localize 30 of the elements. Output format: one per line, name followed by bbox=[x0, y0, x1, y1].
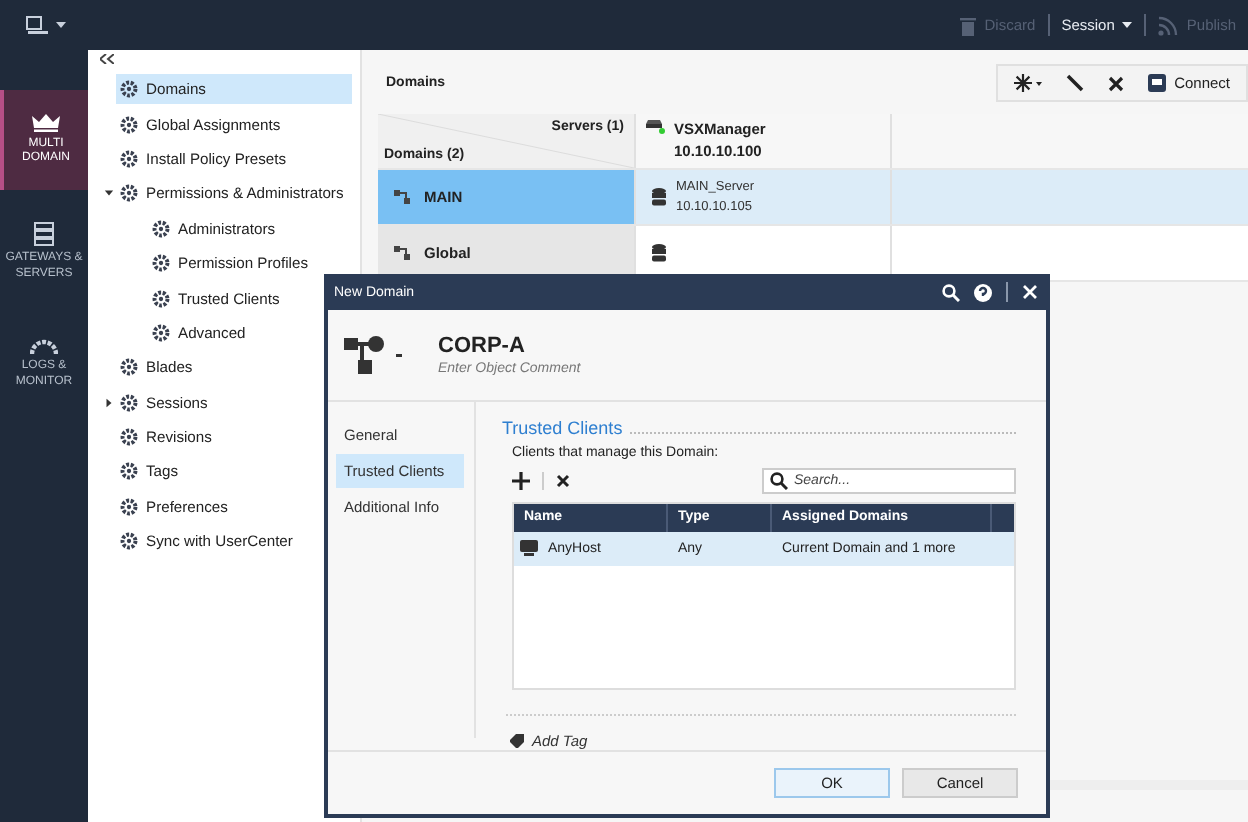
asterisk-icon bbox=[1014, 74, 1043, 92]
close-icon[interactable] bbox=[1022, 284, 1038, 300]
monitor-icon bbox=[520, 540, 538, 557]
server-status-icon bbox=[646, 120, 666, 134]
app-menu-button[interactable] bbox=[22, 11, 70, 39]
trash-icon bbox=[960, 15, 977, 35]
remove-icon[interactable] bbox=[556, 474, 570, 489]
database-icon bbox=[652, 188, 666, 206]
add-icon[interactable] bbox=[512, 472, 530, 491]
database-icon bbox=[652, 244, 666, 262]
collapse-arrow-icon[interactable] bbox=[104, 188, 114, 199]
tag-icon bbox=[510, 734, 524, 748]
object-icon-dropdown[interactable] bbox=[344, 335, 402, 375]
collapse-icon[interactable] bbox=[100, 54, 114, 64]
help-icon[interactable] bbox=[974, 283, 992, 301]
section-title: Trusted Clients bbox=[502, 418, 623, 438]
domain-icon bbox=[344, 335, 388, 375]
computer-icon bbox=[26, 15, 50, 35]
domain-icon bbox=[394, 189, 412, 205]
window-icon bbox=[1148, 74, 1167, 92]
object-name[interactable]: CORP-A bbox=[438, 334, 678, 358]
search-icon[interactable] bbox=[942, 283, 960, 301]
domain-icon bbox=[394, 245, 412, 261]
rss-icon bbox=[1158, 15, 1179, 35]
expand-arrow-icon[interactable] bbox=[104, 397, 114, 408]
server-icon bbox=[34, 222, 54, 246]
gauge-icon bbox=[30, 338, 58, 354]
search-icon bbox=[770, 472, 788, 491]
crown-icon bbox=[32, 113, 60, 131]
close-icon bbox=[1108, 75, 1125, 91]
